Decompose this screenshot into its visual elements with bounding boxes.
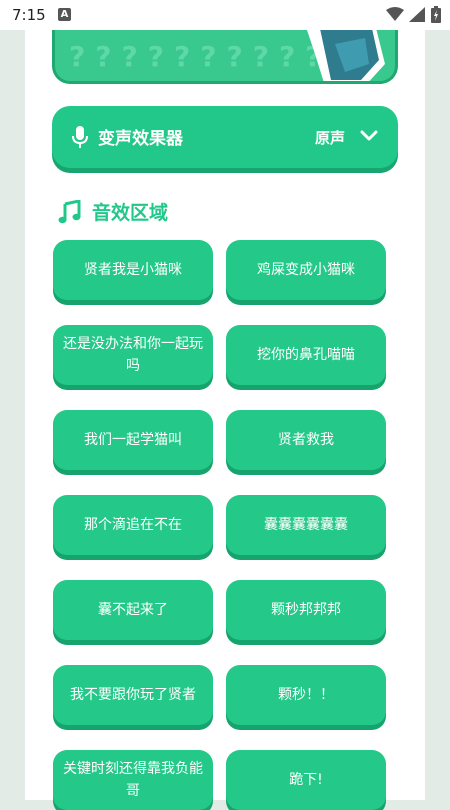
sound-button[interactable]: 囊不起来了 (53, 580, 213, 640)
sound-section-title: 音效区域 (92, 202, 169, 224)
sound-button[interactable]: 跪下! (226, 750, 386, 810)
signal-icon (409, 7, 425, 22)
status-bar: 7:15 A (0, 0, 450, 30)
sound-button[interactable]: 挖你的鼻孔喵喵 (226, 325, 386, 385)
sound-section-header: 音效区域 (58, 198, 168, 225)
sound-button[interactable]: 鸡屎变成小猫咪 (226, 240, 386, 300)
header-banner: ?????????? (52, 30, 398, 84)
wifi-icon (386, 7, 404, 21)
sound-button[interactable]: 颗秒邦邦邦 (226, 580, 386, 640)
music-note-icon (58, 199, 81, 223)
character-illustration (307, 30, 385, 81)
chevron-down-icon (360, 130, 378, 141)
voice-effect-selector[interactable]: 变声效果器 原声 (52, 106, 398, 168)
voice-effect-title: 变声效果器 (98, 129, 183, 149)
notification-icon: A (58, 8, 71, 21)
sound-button[interactable]: 贤者我是小猫咪 (53, 240, 213, 300)
status-time: 7:15 (12, 6, 46, 24)
sound-button[interactable]: 贤者救我 (226, 410, 386, 470)
sound-button[interactable]: 我不要跟你玩了贤者 (53, 665, 213, 725)
sound-button[interactable]: 我们一起学猫叫 (53, 410, 213, 470)
microphone-icon (72, 126, 88, 148)
voice-effect-value: 原声 (315, 129, 346, 147)
battery-icon (431, 6, 441, 23)
sound-button[interactable]: 囊囊囊囊囊囊 (226, 495, 386, 555)
sound-button[interactable]: 那个滴追在不在 (53, 495, 213, 555)
sound-button[interactable]: 颗秒！！ (226, 665, 386, 725)
sound-button[interactable]: 还是没办法和你一起玩吗 (53, 325, 213, 385)
sound-button[interactable]: 关键时刻还得靠我负能哥 (53, 750, 213, 810)
